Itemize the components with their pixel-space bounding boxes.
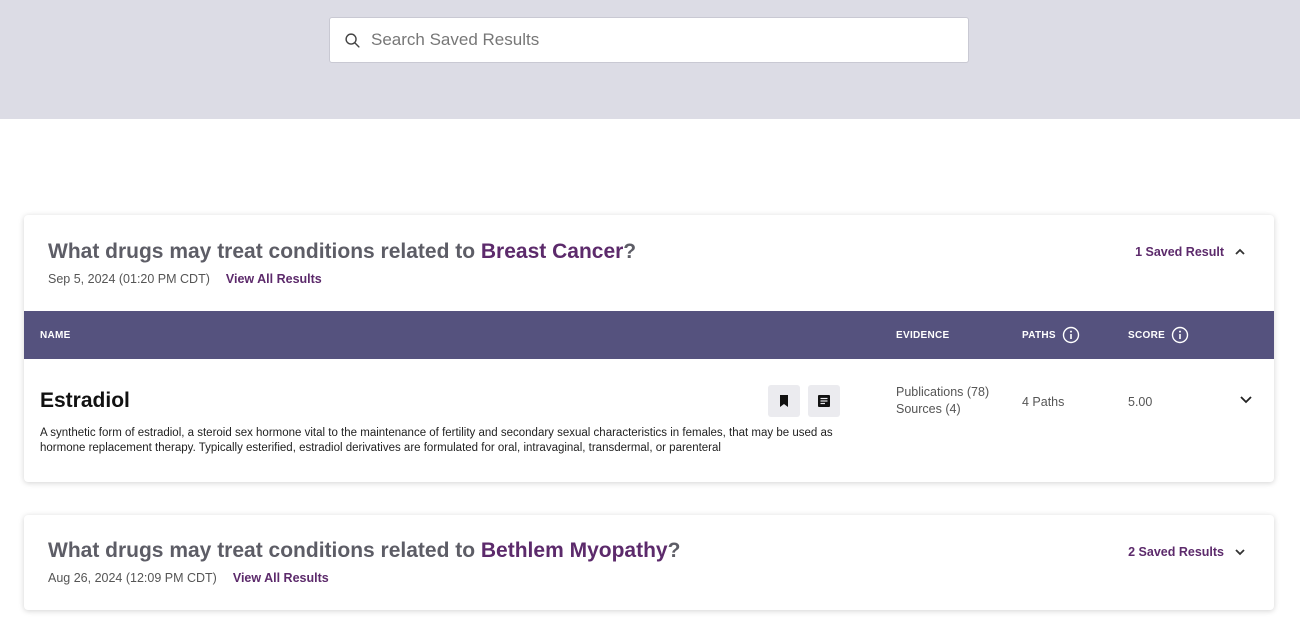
search-band [0,0,1300,119]
table-row[interactable]: Estradiol A synthetic form of estradiol,… [24,359,1274,482]
sources-link[interactable]: Sources (4) [896,401,989,418]
saved-results-toggle[interactable]: 2 Saved Results [1128,545,1246,559]
info-icon[interactable] [1171,326,1189,344]
paths-value: 4 Paths [1022,395,1065,409]
search-box[interactable] [329,17,969,63]
results-table-header: NAME EVIDENCE PATHS SCORE [24,311,1274,359]
column-name[interactable]: NAME [40,311,71,359]
column-score[interactable]: SCORE [1128,311,1189,359]
bookmark-button[interactable] [768,385,800,417]
chevron-down-icon[interactable] [1238,391,1254,407]
query-title: What drugs may treat conditions related … [48,240,637,263]
query-title: What drugs may treat conditions related … [48,539,681,562]
bookmark-icon [780,395,788,407]
publications-link[interactable]: Publications (78) [896,384,989,401]
query-date: Sep 5, 2024 (01:20 PM CDT) [48,272,210,286]
saved-results-toggle[interactable]: 1 Saved Result [1135,245,1246,259]
search-icon [345,32,360,48]
query-meta: Aug 26, 2024 (12:09 PM CDT) View All Res… [48,571,329,585]
saved-query-card: What drugs may treat conditions related … [24,215,1274,482]
column-paths[interactable]: PATHS [1022,311,1080,359]
column-evidence[interactable]: EVIDENCE [896,311,950,359]
query-condition: Breast Cancer [480,240,624,263]
result-description: A synthetic form of estradiol, a steroid… [40,427,833,454]
search-input[interactable] [371,30,931,50]
notes-button[interactable] [808,385,840,417]
score-value: 5.00 [1128,395,1153,409]
view-all-results-link[interactable]: View All Results [226,272,322,286]
query-date: Aug 26, 2024 (12:09 PM CDT) [48,571,217,585]
view-all-results-link[interactable]: View All Results [233,571,329,585]
saved-results-count: 2 Saved Results [1128,545,1224,559]
query-condition: Bethlem Myopathy [480,539,668,562]
notes-icon [818,395,830,407]
query-meta: Sep 5, 2024 (01:20 PM CDT) View All Resu… [48,272,322,286]
chevron-up-icon [1235,248,1245,255]
chevron-down-icon [1235,549,1245,556]
saved-query-card: What drugs may treat conditions related … [24,515,1274,610]
info-icon[interactable] [1062,326,1080,344]
saved-results-count: 1 Saved Result [1135,245,1224,259]
evidence-cell: Publications (78) Sources (4) [896,384,989,418]
result-name: Estradiol [40,389,130,412]
